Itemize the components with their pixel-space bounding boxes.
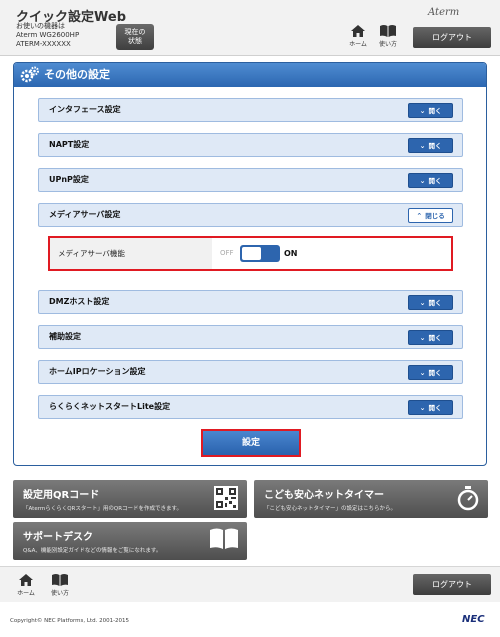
chevron-down-icon: ⌄ (419, 107, 426, 115)
qr-code-icon (214, 486, 238, 510)
section-media-server[interactable]: メディアサーバ設定 ⌃ 閉じる (38, 203, 463, 227)
section-label: メディアサーバ設定 (49, 210, 121, 219)
footer-home-link[interactable]: ホーム (12, 573, 40, 603)
device-name: ATERM-XXXXXX (16, 40, 71, 48)
device-info-line: お使いの機器は (16, 22, 65, 30)
section-dmz-host[interactable]: DMZホスト設定 ⌄ 開く (38, 290, 463, 314)
section-label: インタフェース設定 (49, 105, 121, 114)
copyright: Copyright© NEC Platforms, Ltd. 2001-2015 (10, 618, 130, 624)
chevron-down-icon: ⌄ (419, 334, 426, 342)
close-button-label: 閉じる (425, 212, 445, 220)
open-button[interactable]: ⌄ 開く (408, 365, 453, 380)
top-header: クイック設定Web お使いの機器は Aterm WG2600HP ATERM-X… (0, 0, 500, 56)
chevron-up-icon: ⌃ (416, 212, 423, 220)
switch-off-label: OFF (220, 249, 234, 257)
toggle-knob (242, 247, 261, 260)
open-button[interactable]: ⌄ 開く (408, 138, 453, 153)
status-button-label-1: 現在の (124, 28, 146, 36)
section-home-ip-location[interactable]: ホームIPロケーション設定 ⌄ 開く (38, 360, 463, 384)
tile-title: サポートデスク (23, 532, 93, 543)
help-label: 使い方 (50, 590, 69, 597)
tile-title: こども安心ネットタイマー (264, 490, 384, 501)
chevron-down-icon: ⌄ (419, 177, 426, 185)
gear-icon (20, 66, 39, 83)
section-label: NAPT設定 (49, 140, 90, 149)
home-label: ホーム (349, 41, 367, 48)
tile-title: 設定用QRコード (23, 490, 100, 501)
section-label: 補助設定 (49, 332, 81, 341)
qr-code-tile[interactable]: 設定用QRコード 「AtermらくらくQRスタート」用のQRコードを作成できます… (13, 480, 247, 518)
help-link[interactable]: 使い方 (374, 24, 402, 54)
open-button-label: 開く (428, 369, 442, 377)
open-button-label: 開く (428, 142, 442, 150)
footer-logout-button[interactable]: ログアウト (413, 574, 491, 595)
chevron-down-icon: ⌄ (419, 142, 426, 150)
section-interface[interactable]: インタフェース設定 ⌄ 開く (38, 98, 463, 122)
support-desk-tile[interactable]: サポートデスク Q&A、機能別設定ガイドなどの情報をご覧になれます。 (13, 522, 247, 560)
panel-header: その他の設定 (14, 63, 486, 87)
chevron-down-icon: ⌄ (419, 299, 426, 307)
open-button[interactable]: ⌄ 開く (408, 173, 453, 188)
section-napt[interactable]: NAPT設定 ⌄ 開く (38, 133, 463, 157)
open-button-label: 開く (428, 177, 442, 185)
home-icon (19, 574, 33, 586)
chevron-down-icon: ⌄ (419, 404, 426, 412)
close-button[interactable]: ⌃ 閉じる (408, 208, 453, 223)
device-model: Aterm WG2600HP (16, 31, 80, 39)
stopwatch-icon (457, 486, 479, 511)
section-auxiliary[interactable]: 補助設定 ⌄ 開く (38, 325, 463, 349)
open-button[interactable]: ⌄ 開く (408, 330, 453, 345)
tile-description: 「AtermらくらくQRスタート」用のQRコードを作成できます。 (23, 506, 182, 512)
open-button-label: 開く (428, 334, 442, 342)
section-label: UPnP設定 (49, 175, 89, 184)
home-icon (351, 25, 365, 37)
section-label: らくらくネットスタートLite設定 (49, 402, 171, 411)
submit-settings-button[interactable]: 設定 (201, 429, 301, 457)
current-status-button[interactable]: 現在の 状態 (116, 24, 154, 50)
open-button[interactable]: ⌄ 開く (408, 400, 453, 415)
open-button-label: 開く (428, 299, 442, 307)
device-info: お使いの機器は Aterm WG2600HP ATERM-XXXXXX (16, 22, 79, 49)
media-server-toggle[interactable] (240, 245, 280, 262)
book-icon (380, 25, 396, 37)
open-button[interactable]: ⌄ 開く (408, 103, 453, 118)
chevron-down-icon: ⌄ (419, 369, 426, 377)
kodomo-net-timer-tile[interactable]: こども安心ネットタイマー 「こども安心ネットタイマー」の設定はこちらから。 (254, 480, 488, 518)
open-button-label: 開く (428, 107, 442, 115)
open-button[interactable]: ⌄ 開く (408, 295, 453, 310)
book-icon (52, 574, 68, 586)
media-server-function-row: メディアサーバ機能 OFF ON (48, 236, 453, 271)
switch-on-label: ON (284, 249, 298, 258)
home-link[interactable]: ホーム (344, 24, 372, 54)
logout-button[interactable]: ログアウト (413, 27, 491, 48)
tile-description: 「こども安心ネットタイマー」の設定はこちらから。 (264, 506, 397, 512)
open-button-label: 開く (428, 404, 442, 412)
open-book-icon (210, 528, 238, 549)
footer-bar: ホーム 使い方 ログアウト (0, 566, 500, 602)
tile-description: Q&A、機能別設定ガイドなどの情報をご覧になれます。 (23, 548, 162, 554)
home-label: ホーム (17, 590, 35, 597)
section-label: DMZホスト設定 (49, 297, 110, 306)
section-rakuraku-net-start-lite[interactable]: らくらくネットスタートLite設定 ⌄ 開く (38, 395, 463, 419)
section-label: ホームIPロケーション設定 (49, 367, 146, 376)
nec-logo: NEC (462, 614, 485, 625)
footer-help-link[interactable]: 使い方 (46, 573, 74, 603)
aterm-logo: Aterm (428, 7, 460, 18)
status-button-label-2: 状態 (128, 37, 142, 45)
help-label: 使い方 (378, 41, 397, 48)
media-server-function-label: メディアサーバ機能 (50, 238, 212, 269)
section-upnp[interactable]: UPnP設定 ⌄ 開く (38, 168, 463, 192)
panel-title: その他の設定 (44, 68, 110, 81)
